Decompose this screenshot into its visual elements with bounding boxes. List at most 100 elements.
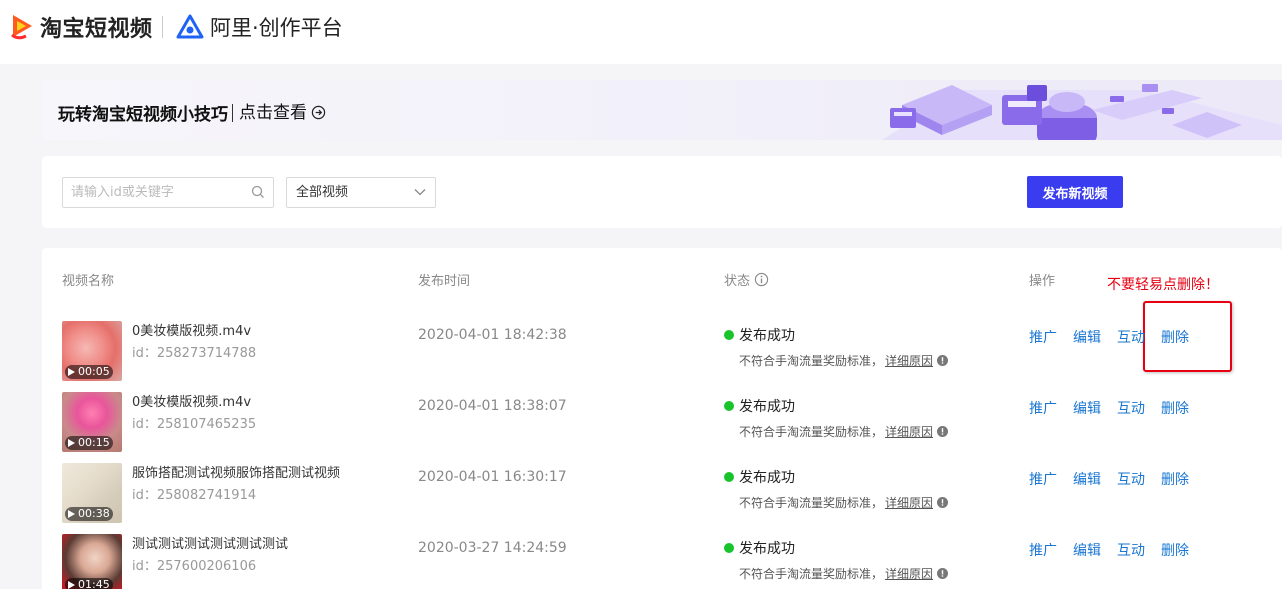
publish-time: 2020-03-27 14:24:59 bbox=[418, 540, 567, 556]
column-header-time-label: 发布时间 bbox=[418, 274, 471, 289]
arrow-circle-right-icon bbox=[311, 105, 326, 120]
status-note-text: 不符合手淘流量奖励标准， bbox=[739, 354, 884, 368]
duration-label: 00:15 bbox=[78, 436, 110, 449]
detail-reason-link[interactable]: 详细原因 bbox=[885, 494, 933, 511]
banner-link-label: 点击查看 bbox=[239, 102, 307, 123]
exclamation-icon[interactable] bbox=[937, 497, 949, 508]
column-header-actions: 操作 bbox=[1029, 270, 1055, 289]
delete-link[interactable]: 删除 bbox=[1161, 469, 1201, 489]
filter-bar: 全部视频 发布新视频 bbox=[42, 156, 1282, 228]
exclamation-icon[interactable] bbox=[937, 355, 949, 366]
duration-label: 00:38 bbox=[78, 507, 110, 520]
success-dot-icon bbox=[724, 543, 734, 553]
status-note: 不符合手淘流量奖励标准， 详细原因 bbox=[739, 352, 949, 369]
promote-link[interactable]: 推广 bbox=[1029, 469, 1073, 489]
promote-link[interactable]: 推广 bbox=[1029, 398, 1073, 418]
video-thumbnail[interactable]: 00:38 bbox=[62, 463, 122, 523]
video-table: 视频名称 发布时间 状态 操作 不要轻易点删除！ 00:05 0美妆模版视频.m… bbox=[42, 248, 1282, 589]
publish-new-video-button[interactable]: 发布新视频 bbox=[1027, 176, 1123, 208]
video-id: id：258273714788 bbox=[132, 346, 257, 361]
edit-link[interactable]: 编辑 bbox=[1073, 327, 1117, 347]
status: 发布成功 bbox=[724, 325, 795, 345]
video-type-select[interactable]: 全部视频 bbox=[286, 177, 436, 208]
table-row: 00:15 0美妆模版视频.m4v id：258107465235 2020-0… bbox=[42, 391, 1282, 462]
column-header-status: 状态 bbox=[724, 270, 769, 289]
detail-reason-link[interactable]: 详细原因 bbox=[885, 423, 933, 440]
brand-name-taobao-video: 淘宝短视频 bbox=[40, 17, 153, 42]
row-actions: 推广 编辑 互动 删除 bbox=[1029, 540, 1201, 560]
video-name[interactable]: 测试测试测试测试测试测试 bbox=[132, 533, 288, 552]
publish-time: 2020-04-01 18:38:07 bbox=[418, 398, 567, 414]
duration-badge: 00:38 bbox=[65, 507, 113, 521]
status-label: 发布成功 bbox=[739, 399, 795, 415]
column-header-name-label: 视频名称 bbox=[62, 274, 115, 289]
banner-view-link[interactable]: 点击查看 bbox=[232, 102, 326, 123]
publish-time: 2020-04-01 16:30:17 bbox=[418, 469, 567, 485]
tips-banner[interactable]: 玩转淘宝短视频小技巧 点击查看 bbox=[42, 80, 1282, 140]
video-thumbnail[interactable]: 01:45 bbox=[62, 534, 122, 589]
exclamation-icon[interactable] bbox=[937, 426, 949, 437]
search-box[interactable] bbox=[62, 177, 274, 208]
success-dot-icon bbox=[724, 401, 734, 411]
status: 发布成功 bbox=[724, 396, 795, 416]
detail-reason-link[interactable]: 详细原因 bbox=[885, 352, 933, 369]
table-row: 00:38 服饰搭配测试视频服饰搭配测试视频 id：258082741914 2… bbox=[42, 462, 1282, 533]
row-actions: 推广 编辑 互动 删除 bbox=[1029, 469, 1201, 489]
success-dot-icon bbox=[724, 330, 734, 340]
row-actions: 推广 编辑 互动 删除 bbox=[1029, 398, 1201, 418]
video-thumbnail[interactable]: 00:15 bbox=[62, 392, 122, 452]
duration-badge: 00:15 bbox=[65, 436, 113, 450]
video-name[interactable]: 服饰搭配测试视频服饰搭配测试视频 bbox=[132, 462, 340, 481]
column-header-name: 视频名称 bbox=[62, 270, 114, 289]
duration-badge: 00:05 bbox=[65, 365, 113, 379]
ali-creator-brand[interactable]: 阿里·创作平台 bbox=[176, 12, 343, 42]
publish-time: 2020-04-01 18:42:38 bbox=[418, 327, 567, 343]
taobao-video-logo-icon bbox=[11, 15, 32, 40]
play-icon bbox=[68, 510, 75, 518]
video-id: id：258107465235 bbox=[132, 417, 257, 432]
column-header-actions-label: 操作 bbox=[1029, 274, 1056, 289]
success-dot-icon bbox=[724, 472, 734, 482]
status-note-text: 不符合手淘流量奖励标准， bbox=[739, 425, 884, 439]
promote-link[interactable]: 推广 bbox=[1029, 327, 1073, 347]
delete-link[interactable]: 删除 bbox=[1161, 398, 1201, 418]
row-actions: 推广 编辑 互动 删除 bbox=[1029, 327, 1201, 347]
table-row: 01:45 测试测试测试测试测试测试 id：257600206106 2020-… bbox=[42, 533, 1282, 589]
video-name[interactable]: 0美妆模版视频.m4v bbox=[132, 391, 251, 410]
duration-badge: 01:45 bbox=[65, 578, 113, 589]
chevron-down-icon bbox=[414, 189, 426, 196]
info-icon[interactable] bbox=[754, 272, 769, 287]
status: 发布成功 bbox=[724, 538, 795, 558]
status-note-text: 不符合手淘流量奖励标准， bbox=[739, 496, 884, 510]
status-note: 不符合手淘流量奖励标准， 详细原因 bbox=[739, 423, 949, 440]
interact-link[interactable]: 互动 bbox=[1117, 540, 1161, 560]
edit-link[interactable]: 编辑 bbox=[1073, 398, 1117, 418]
column-header-status-label: 状态 bbox=[724, 274, 751, 289]
video-thumbnail[interactable]: 00:05 bbox=[62, 321, 122, 381]
video-type-select-value: 全部视频 bbox=[296, 185, 349, 200]
delete-warning-annotation: 不要轻易点删除！ bbox=[1107, 277, 1219, 293]
edit-link[interactable]: 编辑 bbox=[1073, 469, 1117, 489]
status-label: 发布成功 bbox=[739, 328, 795, 344]
video-name[interactable]: 0美妆模版视频.m4v bbox=[132, 320, 251, 339]
banner-title: 玩转淘宝短视频小技巧 点击查看 bbox=[58, 100, 326, 125]
video-id: id：258082741914 bbox=[132, 488, 257, 503]
exclamation-icon[interactable] bbox=[937, 568, 949, 579]
status-note: 不符合手淘流量奖励标准， 详细原因 bbox=[739, 494, 949, 511]
interact-link[interactable]: 互动 bbox=[1117, 327, 1161, 347]
promote-link[interactable]: 推广 bbox=[1029, 540, 1073, 560]
status: 发布成功 bbox=[724, 467, 795, 487]
delete-link[interactable]: 删除 bbox=[1161, 540, 1201, 560]
interact-link[interactable]: 互动 bbox=[1117, 398, 1161, 418]
play-icon bbox=[68, 439, 75, 447]
search-input[interactable] bbox=[63, 178, 243, 207]
ali-creator-logo-icon bbox=[176, 14, 204, 39]
edit-link[interactable]: 编辑 bbox=[1073, 540, 1117, 560]
taobao-video-brand[interactable]: 淘宝短视频 bbox=[10, 12, 153, 42]
status-label: 发布成功 bbox=[739, 541, 795, 557]
detail-reason-link[interactable]: 详细原因 bbox=[885, 565, 933, 582]
interact-link[interactable]: 互动 bbox=[1117, 469, 1161, 489]
banner-illustration bbox=[882, 84, 1282, 140]
delete-link[interactable]: 删除 bbox=[1161, 327, 1201, 347]
search-icon[interactable] bbox=[251, 185, 265, 199]
